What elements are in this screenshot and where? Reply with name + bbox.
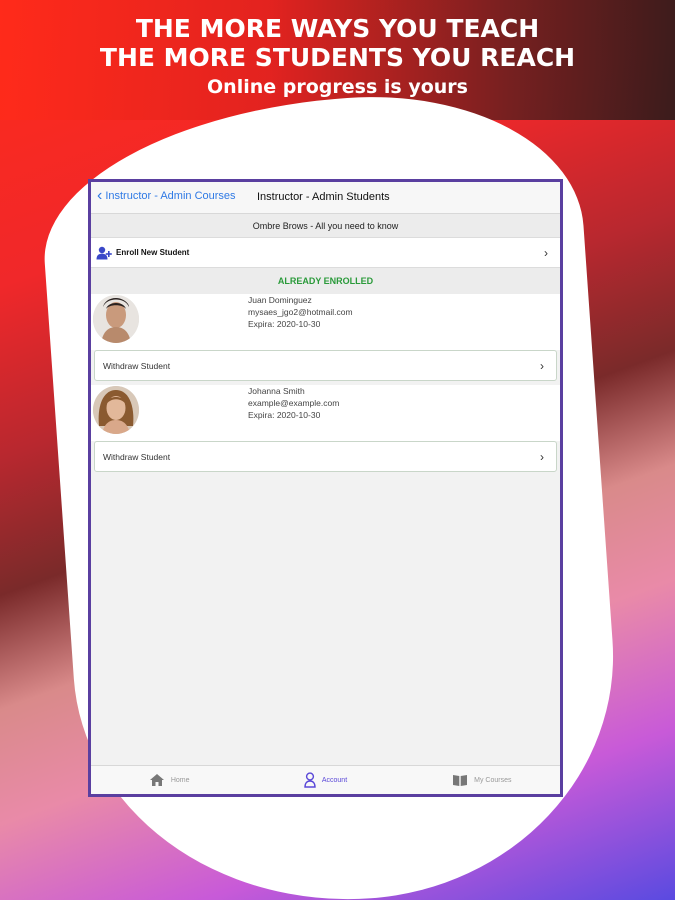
add-user-icon xyxy=(96,246,112,260)
tab-account[interactable]: Account xyxy=(247,766,403,794)
tab-home[interactable]: Home xyxy=(91,766,247,794)
promo-line-1: THE MORE WAYS YOU TEACH xyxy=(135,14,540,43)
student-expiry: Expira: 2020-10-30 xyxy=(248,410,321,420)
tab-bar: Home Account My Courses xyxy=(91,765,560,794)
withdraw-student-button[interactable]: Withdraw Student › xyxy=(94,441,557,472)
tablet-screen: ‹ Instructor - Admin Courses Instructor … xyxy=(88,179,563,797)
back-button[interactable]: ‹ Instructor - Admin Courses xyxy=(97,187,236,204)
page-title: Instructor - Admin Students xyxy=(257,191,390,203)
student-info: Juan Dominguez mysaes_jgo2@hotmail.com E… xyxy=(248,294,353,330)
book-icon xyxy=(453,775,468,786)
back-label: Instructor - Admin Courses xyxy=(105,190,236,202)
student-name: Johanna Smith xyxy=(248,386,305,396)
tab-label: Account xyxy=(321,776,348,784)
tab-my-courses[interactable]: My Courses xyxy=(404,766,560,794)
navigation-bar: ‹ Instructor - Admin Courses Instructor … xyxy=(91,182,560,214)
home-icon xyxy=(149,774,164,786)
student-email: mysaes_jgo2@hotmail.com xyxy=(248,307,353,317)
promo-line-2: THE MORE STUDENTS YOU REACH xyxy=(99,43,576,72)
avatar xyxy=(93,386,139,434)
student-name: Juan Dominguez xyxy=(248,295,312,305)
student-expiry: Expira: 2020-10-30 xyxy=(248,319,321,329)
chevron-left-icon: ‹ xyxy=(97,187,103,204)
student-row: Johanna Smith example@example.com Expira… xyxy=(91,385,560,441)
withdraw-label: Withdraw Student xyxy=(103,361,171,371)
enroll-new-student-row[interactable]: Enroll New Student › xyxy=(91,238,560,268)
promo-headline: THE MORE WAYS YOU TEACH THE MORE STUDENT… xyxy=(0,14,675,100)
student-email: example@example.com xyxy=(248,398,340,408)
enroll-label: Enroll New Student xyxy=(116,248,190,257)
withdraw-student-button[interactable]: Withdraw Student › xyxy=(94,350,557,381)
tab-label: My Courses xyxy=(474,776,512,784)
promo-tagline: Online progress is yours xyxy=(207,76,468,98)
avatar xyxy=(93,295,139,343)
withdraw-label: Withdraw Student xyxy=(103,452,171,462)
chevron-right-icon: › xyxy=(544,245,548,260)
tab-label: Home xyxy=(170,776,190,784)
course-title: Ombre Brows - All you need to know xyxy=(91,214,560,238)
already-enrolled-heading: ALREADY ENROLLED xyxy=(91,268,560,294)
chevron-right-icon: › xyxy=(540,359,544,373)
student-row: Juan Dominguez mysaes_jgo2@hotmail.com E… xyxy=(91,294,560,350)
person-icon xyxy=(304,772,316,788)
student-info: Johanna Smith example@example.com Expira… xyxy=(248,385,339,421)
chevron-right-icon: › xyxy=(540,450,544,464)
